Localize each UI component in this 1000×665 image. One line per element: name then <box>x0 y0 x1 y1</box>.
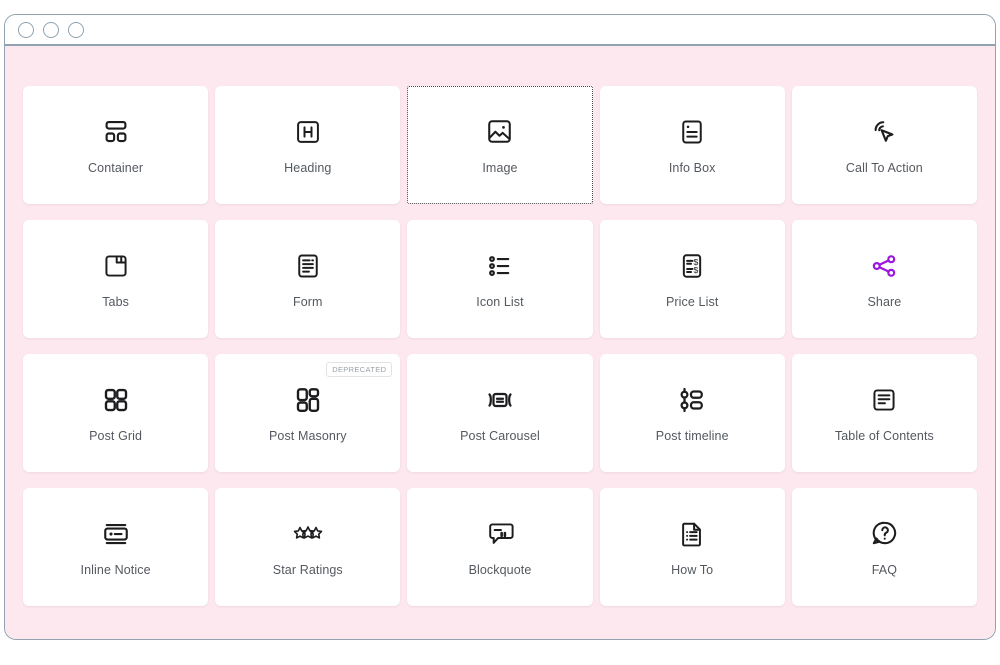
heading-icon <box>291 115 325 149</box>
widget-card-how-to[interactable]: How To <box>600 488 785 606</box>
widget-label: Heading <box>284 161 331 176</box>
widget-label: Post Masonry <box>269 429 347 444</box>
widget-label: Inline Notice <box>81 563 151 578</box>
widget-card-price-list[interactable]: $$ Price List <box>600 220 785 338</box>
post-grid-icon <box>99 383 133 417</box>
widget-grid: Container Heading Image Info Box Call To Act… <box>23 86 977 606</box>
widget-card-post-carousel[interactable]: Post Carousel <box>407 354 592 472</box>
widget-card-post-masonry[interactable]: DEPRECATED Post Masonry <box>215 354 400 472</box>
widget-card-form[interactable]: Form <box>215 220 400 338</box>
widget-card-call-to-action[interactable]: Call To Action <box>792 86 977 204</box>
widget-card-faq[interactable]: FAQ <box>792 488 977 606</box>
container-icon <box>99 115 133 149</box>
price-list-icon: $$ <box>675 249 709 283</box>
widget-label: Info Box <box>669 161 716 176</box>
post-carousel-icon <box>483 383 517 417</box>
editor-canvas: Container Heading Image Info Box Call To Act… <box>5 46 995 639</box>
svg-text:$: $ <box>694 265 699 275</box>
toc-icon <box>867 383 901 417</box>
browser-window: Container Heading Image Info Box Call To Act… <box>4 14 996 640</box>
widget-label: FAQ <box>872 563 897 578</box>
widget-card-container[interactable]: Container <box>23 86 208 204</box>
cursor-click-icon <box>867 115 901 149</box>
post-masonry-icon <box>291 383 325 417</box>
widget-card-post-grid[interactable]: Post Grid <box>23 354 208 472</box>
widget-label: Star Ratings <box>273 563 343 578</box>
widget-label: Icon List <box>476 295 523 310</box>
widget-label: Form <box>293 295 323 310</box>
widget-card-star-ratings[interactable]: Star Ratings <box>215 488 400 606</box>
image-icon <box>483 115 517 149</box>
widget-card-heading[interactable]: Heading <box>215 86 400 204</box>
window-maximize-dot[interactable] <box>68 22 84 38</box>
widget-label: How To <box>671 563 713 578</box>
window-titlebar <box>5 15 995 46</box>
widget-label: Call To Action <box>846 161 923 176</box>
window-close-dot[interactable] <box>18 22 34 38</box>
share-icon <box>867 249 901 283</box>
tabs-icon <box>99 249 133 283</box>
widget-label: Post timeline <box>656 429 729 444</box>
widget-label: Blockquote <box>469 563 532 578</box>
widget-card-info-box[interactable]: Info Box <box>600 86 785 204</box>
how-to-icon <box>675 517 709 551</box>
widget-card-image[interactable]: Image <box>407 86 592 204</box>
widget-card-blockquote[interactable]: Blockquote <box>407 488 592 606</box>
widget-card-icon-list[interactable]: Icon List <box>407 220 592 338</box>
widget-label: Image <box>482 161 517 176</box>
inline-notice-icon <box>99 517 133 551</box>
widget-card-tabs[interactable]: Tabs <box>23 220 208 338</box>
info-box-icon <box>675 115 709 149</box>
widget-label: Share <box>867 295 901 310</box>
widget-label: Post Grid <box>89 429 142 444</box>
window-minimize-dot[interactable] <box>43 22 59 38</box>
widget-card-table-of-contents[interactable]: Table of Contents <box>792 354 977 472</box>
icon-list-icon <box>483 249 517 283</box>
deprecated-badge: DEPRECATED <box>326 362 392 377</box>
form-icon <box>291 249 325 283</box>
widget-label: Tabs <box>102 295 129 310</box>
widget-card-post-timeline[interactable]: Post timeline <box>600 354 785 472</box>
blockquote-icon <box>483 517 517 551</box>
widget-label: Table of Contents <box>835 429 934 444</box>
widget-card-inline-notice[interactable]: Inline Notice <box>23 488 208 606</box>
post-timeline-icon <box>675 383 709 417</box>
faq-icon <box>867 517 901 551</box>
widget-label: Container <box>88 161 143 176</box>
star-ratings-icon <box>291 517 325 551</box>
widget-card-share[interactable]: Share <box>792 220 977 338</box>
widget-label: Price List <box>666 295 718 310</box>
widget-label: Post Carousel <box>460 429 540 444</box>
